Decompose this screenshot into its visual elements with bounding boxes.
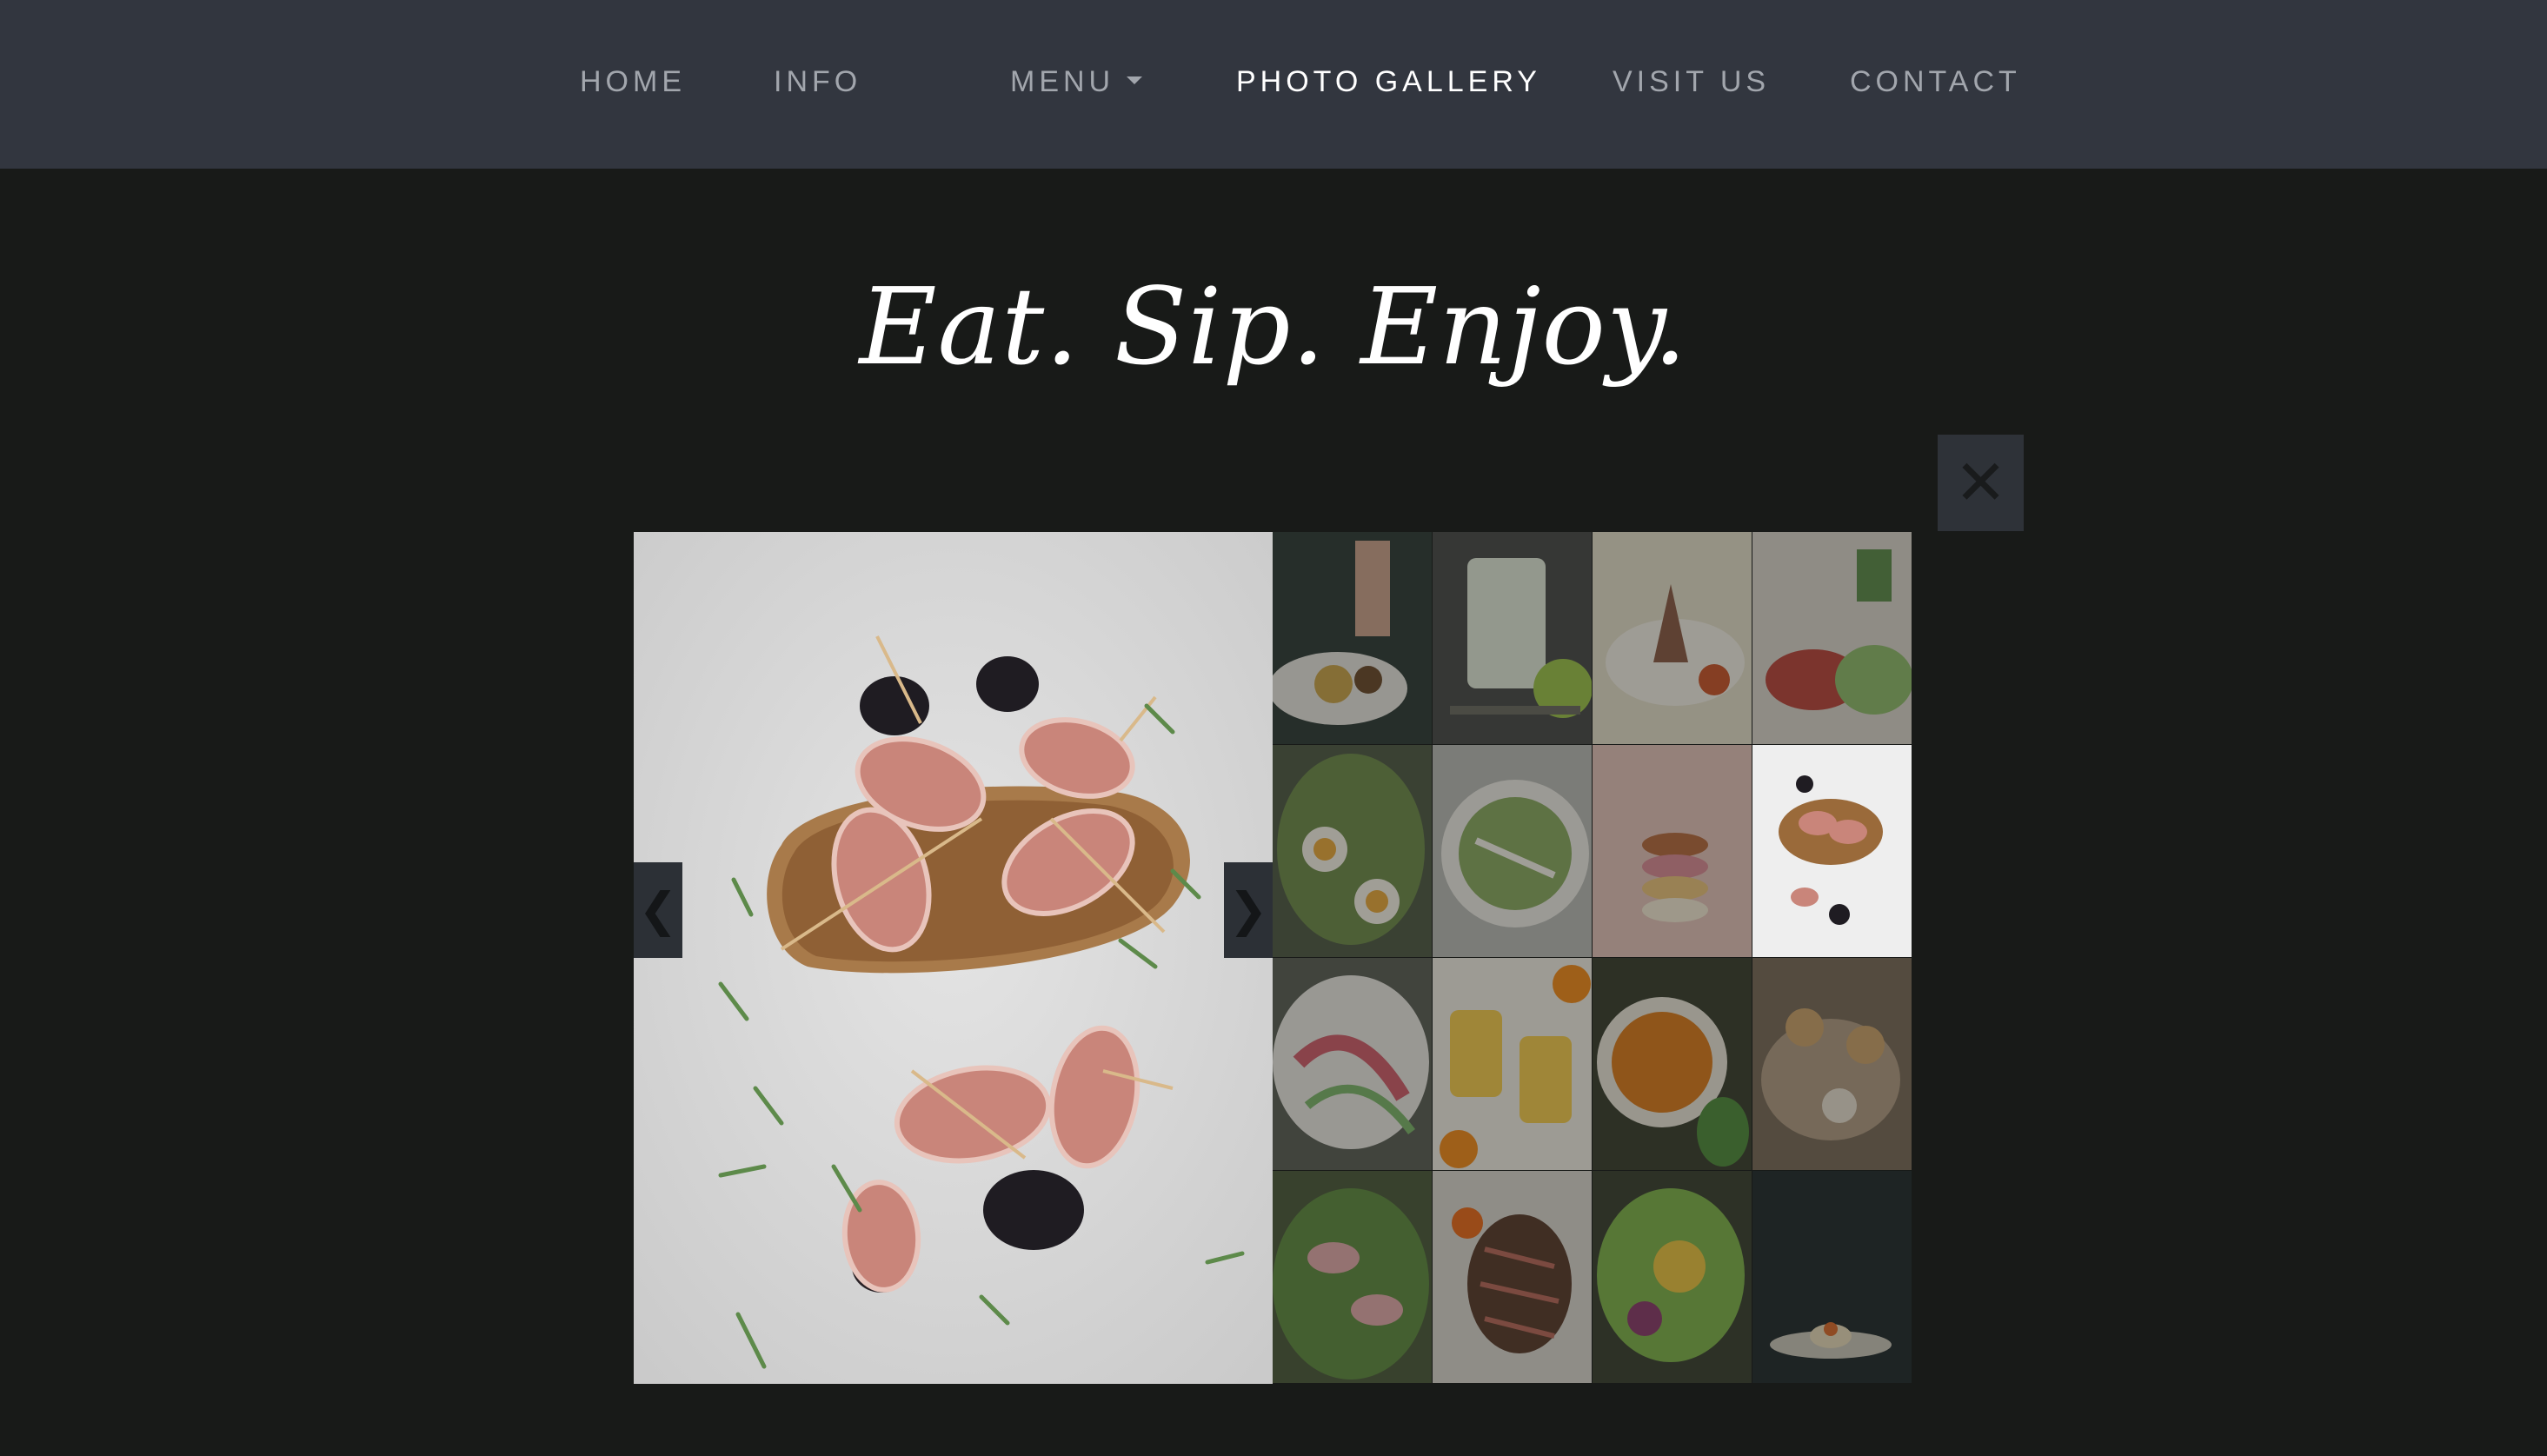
nav-home[interactable]: HOME [580, 63, 686, 101]
thumbnail[interactable] [1593, 532, 1752, 744]
thumbnail[interactable] [1593, 1171, 1752, 1383]
nav-info[interactable]: INFO [774, 63, 861, 101]
thumbnail[interactable] [1273, 532, 1432, 744]
thumbnail[interactable] [1433, 532, 1592, 744]
thumbnail[interactable] [1273, 745, 1432, 957]
thumbnail-grid [1273, 532, 1912, 1384]
nav-contact[interactable]: CONTACT [1850, 63, 2021, 101]
nav-menu-label: MENU [1010, 65, 1115, 98]
nav-menu[interactable]: MENU [1010, 63, 1143, 101]
nav-photo-gallery[interactable]: PHOTO GALLERY [1236, 63, 1541, 101]
thumbnail[interactable] [1433, 745, 1592, 957]
lightbox-gallery: ❮ ❯ [634, 532, 1912, 1384]
next-arrow-icon[interactable]: ❯ [1224, 862, 1273, 958]
featured-photo[interactable]: ❮ ❯ [634, 532, 1273, 1384]
thumbnail[interactable] [1593, 958, 1752, 1170]
thumbnail[interactable] [1273, 1171, 1432, 1383]
thumbnail[interactable] [1752, 532, 1912, 744]
page-title: Eat. Sip. Enjoy. [859, 265, 1688, 389]
nav-visit-us[interactable]: VISIT US [1613, 63, 1770, 101]
top-navbar: HOME INFO MENU PHOTO GALLERY VISIT US CO… [0, 0, 2547, 169]
thumbnail[interactable] [1433, 958, 1592, 1170]
thumbnail[interactable] [1593, 745, 1752, 957]
close-icon[interactable]: ✕ [1938, 435, 2024, 531]
chevron-down-icon [1127, 76, 1143, 84]
thumbnail[interactable] [1752, 958, 1912, 1170]
prev-arrow-icon[interactable]: ❮ [634, 862, 682, 958]
thumbnail[interactable] [1752, 1171, 1912, 1383]
featured-photo-image [634, 532, 1273, 1384]
thumbnail[interactable] [1433, 1171, 1592, 1383]
thumbnail-current[interactable] [1752, 745, 1912, 957]
thumbnail[interactable] [1273, 958, 1432, 1170]
